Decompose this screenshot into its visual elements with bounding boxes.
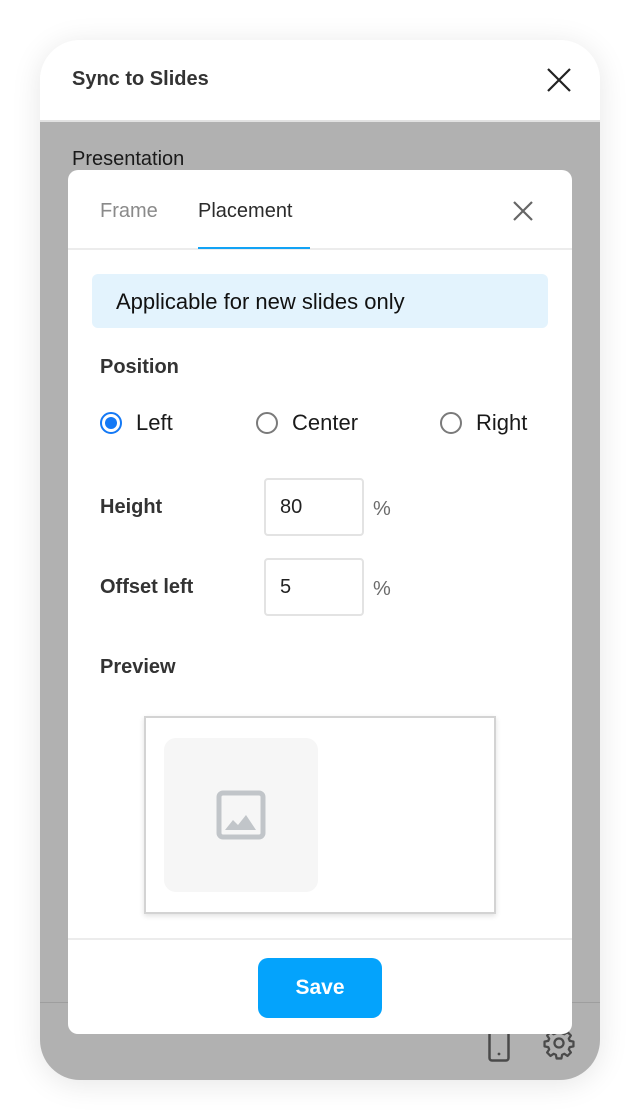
radio-left[interactable]: Left [100,410,173,436]
radio-label: Right [476,410,528,435]
close-icon[interactable] [512,200,534,222]
slide-preview [144,716,496,914]
radio-right[interactable]: Right [440,410,527,436]
placement-modal: Frame Placement Applicable for new slide… [68,170,572,1034]
offset-left-input[interactable] [264,558,364,616]
radio-button[interactable] [256,412,278,434]
active-tab-indicator [198,247,310,249]
info-notice: Applicable for new slides only [92,274,548,328]
tab-placement[interactable]: Placement [198,200,293,223]
radio-label: Left [136,410,173,435]
tab-bar: Frame Placement [68,170,572,250]
preview-label: Preview [100,656,176,678]
radio-button[interactable] [440,412,462,434]
notice-text: Applicable for new slides only [116,289,405,314]
position-label: Position [100,356,179,378]
tab-frame[interactable]: Frame [100,200,158,223]
preview-image-placeholder [164,738,318,892]
height-input[interactable] [264,478,364,536]
modal-footer-divider [68,938,572,940]
radio-button-checked[interactable] [100,412,122,434]
offset-left-label: Offset left [100,576,194,598]
image-icon [216,790,266,840]
radio-label: Center [292,410,359,435]
panel-title: Sync to Slides [72,68,209,90]
presentation-label: Presentation [72,148,185,170]
offset-left-unit: % [373,578,391,600]
height-unit: % [373,498,391,520]
panel-header: Sync to Slides [40,40,600,122]
close-icon[interactable] [546,67,572,93]
save-button[interactable]: Save [258,958,382,1018]
radio-center[interactable]: Center [256,410,358,436]
height-label: Height [100,496,163,518]
